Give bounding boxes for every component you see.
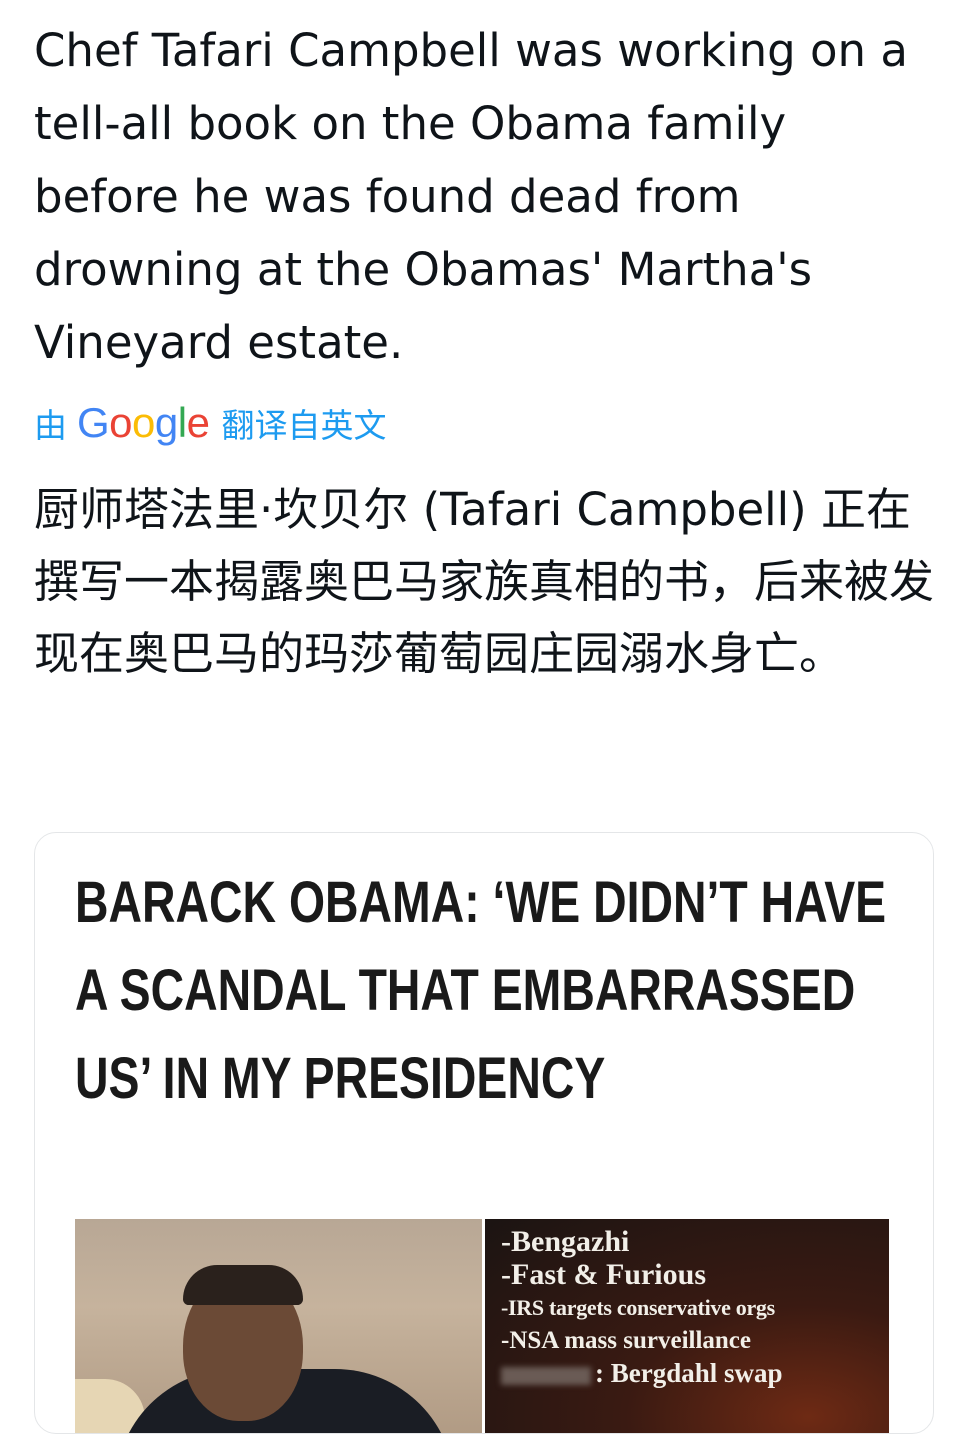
- translated-by-google-label[interactable]: 由 Google 翻译自英文: [34, 396, 386, 450]
- translation-prefix: 由: [34, 406, 67, 445]
- tweet-media-image[interactable]: BARACK OBAMA: ‘WE DIDN’T HAVE A SCANDAL …: [34, 832, 934, 1434]
- scandal-list-item: -NSA mass surveillance: [501, 1327, 751, 1354]
- scandal-list-item: -Fast & Furious: [501, 1258, 706, 1291]
- scandal-list-item-text: : Bergdahl swap: [595, 1358, 783, 1388]
- tweet-text: Chef Tafari Campbell was working on a te…: [34, 24, 908, 369]
- photo-person-hair: [183, 1265, 303, 1305]
- scandal-list-item: -Bengazhi: [501, 1225, 630, 1258]
- scandal-list-panel: -Bengazhi -Fast & Furious -IRS targets c…: [485, 1219, 889, 1433]
- scandal-list-item-partial: : Bergdahl swap: [501, 1357, 783, 1390]
- scandal-list: -Bengazhi -Fast & Furious -IRS targets c…: [501, 1225, 783, 1390]
- translated-tweet-text: 厨师塔法里·坎贝尔 (Tafari Campbell) 正在撰写一本揭露奥巴马家…: [34, 483, 935, 680]
- image-headline: BARACK OBAMA: ‘WE DIDN’T HAVE A SCANDAL …: [75, 870, 887, 1111]
- google-logo: Google: [77, 399, 210, 446]
- blurred-text: [501, 1366, 591, 1385]
- image-photo-section: -Bengazhi -Fast & Furious -IRS targets c…: [75, 1219, 889, 1433]
- translation-suffix: 翻译自英文: [221, 406, 387, 445]
- scandal-list-item: -IRS targets conservative orgs: [501, 1295, 775, 1320]
